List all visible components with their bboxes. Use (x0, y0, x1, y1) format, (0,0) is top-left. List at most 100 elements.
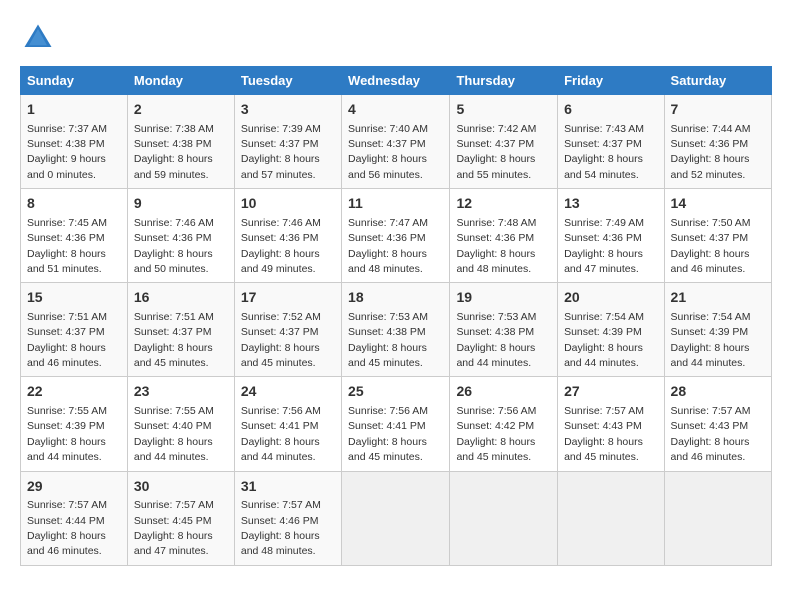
day-info: Sunrise: 7:56 AM Sunset: 4:41 PM Dayligh… (241, 405, 321, 463)
calendar-cell: 29Sunrise: 7:57 AM Sunset: 4:44 PM Dayli… (21, 471, 128, 565)
day-number: 11 (348, 194, 443, 214)
day-info: Sunrise: 7:56 AM Sunset: 4:42 PM Dayligh… (456, 405, 536, 463)
calendar-cell: 19 Sunrise: 7:53 AM Sunset: 4:38 PM Dayli… (450, 283, 558, 377)
day-info: Sunrise: 7:38 AM Sunset: 4:38 PM Dayligh… (134, 123, 214, 181)
calendar-cell: 12 Sunrise: 7:48 AM Sunset: 4:36 PM Dayli… (450, 189, 558, 283)
week-row-3: 15Sunrise: 7:51 AM Sunset: 4:37 PM Dayli… (21, 283, 772, 377)
day-info: Sunrise: 7:54 AM Sunset: 4:39 PM Dayligh… (564, 311, 644, 369)
day-number: 9 (134, 194, 228, 214)
day-number: 19 (456, 288, 551, 308)
week-row-5: 29Sunrise: 7:57 AM Sunset: 4:44 PM Dayli… (21, 471, 772, 565)
day-info: Sunrise: 7:39 AM Sunset: 4:37 PM Dayligh… (241, 123, 321, 181)
calendar-cell: 16Sunrise: 7:51 AM Sunset: 4:37 PM Dayli… (127, 283, 234, 377)
header-day-friday: Friday (558, 67, 664, 95)
day-info: Sunrise: 7:57 AM Sunset: 4:45 PM Dayligh… (134, 499, 214, 557)
calendar-cell: 31Sunrise: 7:57 AM Sunset: 4:46 PM Dayli… (234, 471, 341, 565)
calendar-cell: 2 Sunrise: 7:38 AM Sunset: 4:38 PM Daylig… (127, 95, 234, 189)
header-day-saturday: Saturday (664, 67, 771, 95)
day-info: Sunrise: 7:52 AM Sunset: 4:37 PM Dayligh… (241, 311, 321, 369)
calendar-cell: 20 Sunrise: 7:54 AM Sunset: 4:39 PM Dayli… (558, 283, 664, 377)
calendar-cell (342, 471, 450, 565)
day-info: Sunrise: 7:45 AM Sunset: 4:36 PM Dayligh… (27, 217, 107, 275)
calendar-cell: 26 Sunrise: 7:56 AM Sunset: 4:42 PM Dayli… (450, 377, 558, 471)
day-info: Sunrise: 7:56 AM Sunset: 4:41 PM Dayligh… (348, 405, 428, 463)
day-number: 18 (348, 288, 443, 308)
week-row-2: 8 Sunrise: 7:45 AM Sunset: 4:36 PM Daylig… (21, 189, 772, 283)
calendar-cell: 21 Sunrise: 7:54 AM Sunset: 4:39 PM Dayli… (664, 283, 771, 377)
day-number: 27 (564, 382, 657, 402)
day-info: Sunrise: 7:55 AM Sunset: 4:40 PM Dayligh… (134, 405, 214, 463)
day-info: Sunrise: 7:53 AM Sunset: 4:38 PM Dayligh… (348, 311, 428, 369)
week-row-1: 1 Sunrise: 7:37 AM Sunset: 4:38 PM Daylig… (21, 95, 772, 189)
calendar-cell: 25 Sunrise: 7:56 AM Sunset: 4:41 PM Dayli… (342, 377, 450, 471)
calendar-cell: 30Sunrise: 7:57 AM Sunset: 4:45 PM Dayli… (127, 471, 234, 565)
day-info: Sunrise: 7:42 AM Sunset: 4:37 PM Dayligh… (456, 123, 536, 181)
calendar-cell: 17 Sunrise: 7:52 AM Sunset: 4:37 PM Dayli… (234, 283, 341, 377)
day-info: Sunrise: 7:44 AM Sunset: 4:36 PM Dayligh… (671, 123, 751, 181)
day-info: Sunrise: 7:57 AM Sunset: 4:43 PM Dayligh… (671, 405, 751, 463)
day-number: 1 (27, 100, 121, 120)
day-info: Sunrise: 7:46 AM Sunset: 4:36 PM Dayligh… (241, 217, 321, 275)
day-number: 30 (134, 477, 228, 497)
day-number: 24 (241, 382, 335, 402)
calendar-cell: 5 Sunrise: 7:42 AM Sunset: 4:37 PM Daylig… (450, 95, 558, 189)
calendar-cell: 1 Sunrise: 7:37 AM Sunset: 4:38 PM Daylig… (21, 95, 128, 189)
day-number: 3 (241, 100, 335, 120)
day-info: Sunrise: 7:48 AM Sunset: 4:36 PM Dayligh… (456, 217, 536, 275)
calendar-cell: 24 Sunrise: 7:56 AM Sunset: 4:41 PM Dayli… (234, 377, 341, 471)
calendar-cell: 10 Sunrise: 7:46 AM Sunset: 4:36 PM Dayli… (234, 189, 341, 283)
day-number: 20 (564, 288, 657, 308)
header-day-tuesday: Tuesday (234, 67, 341, 95)
calendar-cell: 28 Sunrise: 7:57 AM Sunset: 4:43 PM Dayli… (664, 377, 771, 471)
calendar-cell: 27 Sunrise: 7:57 AM Sunset: 4:43 PM Dayli… (558, 377, 664, 471)
day-number: 28 (671, 382, 765, 402)
day-info: Sunrise: 7:50 AM Sunset: 4:37 PM Dayligh… (671, 217, 751, 275)
day-number: 22 (27, 382, 121, 402)
day-info: Sunrise: 7:57 AM Sunset: 4:46 PM Dayligh… (241, 499, 321, 557)
logo-icon (20, 20, 56, 56)
day-number: 23 (134, 382, 228, 402)
day-number: 25 (348, 382, 443, 402)
calendar-cell: 18 Sunrise: 7:53 AM Sunset: 4:38 PM Dayli… (342, 283, 450, 377)
week-row-4: 22Sunrise: 7:55 AM Sunset: 4:39 PM Dayli… (21, 377, 772, 471)
day-number: 6 (564, 100, 657, 120)
day-info: Sunrise: 7:53 AM Sunset: 4:38 PM Dayligh… (456, 311, 536, 369)
day-info: Sunrise: 7:46 AM Sunset: 4:36 PM Dayligh… (134, 217, 214, 275)
day-number: 17 (241, 288, 335, 308)
day-info: Sunrise: 7:57 AM Sunset: 4:43 PM Dayligh… (564, 405, 644, 463)
header-day-sunday: Sunday (21, 67, 128, 95)
day-info: Sunrise: 7:43 AM Sunset: 4:37 PM Dayligh… (564, 123, 644, 181)
calendar-cell (558, 471, 664, 565)
calendar-cell: 4 Sunrise: 7:40 AM Sunset: 4:37 PM Daylig… (342, 95, 450, 189)
header-day-thursday: Thursday (450, 67, 558, 95)
calendar-cell: 15Sunrise: 7:51 AM Sunset: 4:37 PM Dayli… (21, 283, 128, 377)
day-number: 10 (241, 194, 335, 214)
day-number: 26 (456, 382, 551, 402)
day-number: 4 (348, 100, 443, 120)
calendar-cell (664, 471, 771, 565)
day-number: 14 (671, 194, 765, 214)
page-header (20, 20, 772, 56)
calendar-cell: 7 Sunrise: 7:44 AM Sunset: 4:36 PM Daylig… (664, 95, 771, 189)
day-number: 12 (456, 194, 551, 214)
day-info: Sunrise: 7:37 AM Sunset: 4:38 PM Dayligh… (27, 123, 107, 181)
day-number: 2 (134, 100, 228, 120)
day-number: 8 (27, 194, 121, 214)
logo (20, 20, 62, 56)
calendar-cell: 23 Sunrise: 7:55 AM Sunset: 4:40 PM Dayli… (127, 377, 234, 471)
header-day-wednesday: Wednesday (342, 67, 450, 95)
calendar-table: SundayMondayTuesdayWednesdayThursdayFrid… (20, 66, 772, 566)
day-info: Sunrise: 7:51 AM Sunset: 4:37 PM Dayligh… (27, 311, 107, 369)
day-info: Sunrise: 7:47 AM Sunset: 4:36 PM Dayligh… (348, 217, 428, 275)
day-info: Sunrise: 7:40 AM Sunset: 4:37 PM Dayligh… (348, 123, 428, 181)
day-number: 21 (671, 288, 765, 308)
day-info: Sunrise: 7:54 AM Sunset: 4:39 PM Dayligh… (671, 311, 751, 369)
calendar-cell: 14 Sunrise: 7:50 AM Sunset: 4:37 PM Dayli… (664, 189, 771, 283)
day-number: 31 (241, 477, 335, 497)
calendar-cell: 9 Sunrise: 7:46 AM Sunset: 4:36 PM Daylig… (127, 189, 234, 283)
header-day-monday: Monday (127, 67, 234, 95)
calendar-cell: 6 Sunrise: 7:43 AM Sunset: 4:37 PM Daylig… (558, 95, 664, 189)
calendar-cell: 8 Sunrise: 7:45 AM Sunset: 4:36 PM Daylig… (21, 189, 128, 283)
day-number: 7 (671, 100, 765, 120)
day-number: 5 (456, 100, 551, 120)
